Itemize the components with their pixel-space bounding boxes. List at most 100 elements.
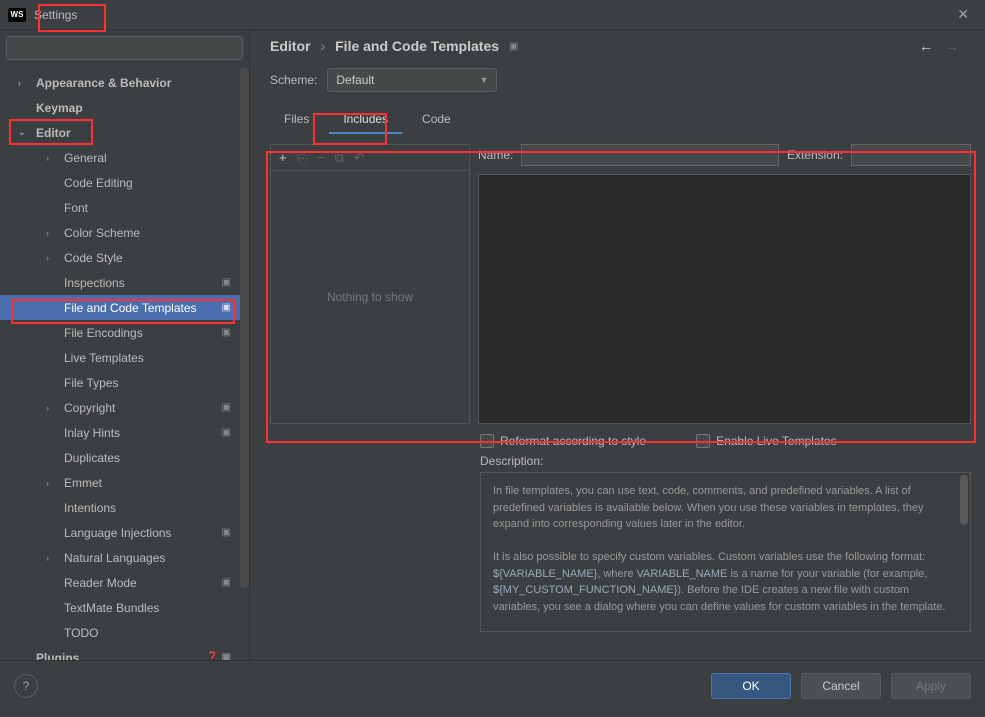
tree-item[interactable]: ›TextMate Bundles (0, 595, 249, 620)
search-input[interactable] (6, 36, 243, 60)
chevron-right-icon: › (320, 38, 325, 54)
help-button[interactable]: ? (14, 674, 38, 698)
tree-item-label: General (64, 151, 107, 165)
scope-badge-icon: ▣ (222, 577, 231, 588)
tree-item-label: Duplicates (64, 451, 120, 465)
chevron-icon: › (46, 253, 60, 263)
scheme-select[interactable]: Default ▼ (327, 68, 497, 92)
breadcrumb: Editor › File and Code Templates ▣ ← → (256, 30, 985, 62)
apply-button[interactable]: Apply (891, 673, 971, 699)
tree-item[interactable]: › Appearance & Behavior (0, 70, 249, 95)
tree-item-label: Code Editing (64, 176, 133, 190)
tree-item-label: Keymap (36, 101, 83, 115)
tree-item[interactable]: ›TODO (0, 620, 249, 645)
tree-item[interactable]: ›Font (0, 195, 249, 220)
app-badge-icon: WS (8, 8, 26, 22)
extension-input[interactable] (851, 144, 971, 166)
tree-item-label: Live Templates (64, 351, 144, 365)
tree-item[interactable]: ›Language Injections▣ (0, 520, 249, 545)
description-scrollbar[interactable] (960, 475, 968, 525)
description-label: Description: (466, 454, 985, 472)
tree-item[interactable]: ›Natural Languages (0, 545, 249, 570)
name-input[interactable] (521, 144, 779, 166)
scope-badge-icon: ▣ (222, 427, 231, 438)
tree-item[interactable]: ›Live Templates (0, 345, 249, 370)
scheme-value: Default (336, 73, 374, 87)
tab-files[interactable]: Files (270, 108, 323, 134)
tree-item[interactable]: › General (0, 145, 249, 170)
tree-item[interactable]: ›File Types (0, 370, 249, 395)
tree-item-label: Plugins (36, 651, 79, 661)
tree-item-label: TODO (64, 626, 98, 640)
tree-item-label: Emmet (64, 476, 102, 490)
scheme-label: Scheme: (270, 73, 317, 87)
nav-forward-button[interactable]: → (945, 38, 959, 54)
name-label: Name: (478, 148, 513, 162)
checkbox-icon (480, 434, 494, 448)
chevron-icon: › (46, 228, 60, 238)
sidebar-scrollbar[interactable] (240, 68, 249, 588)
copy-template-button: ⧉ (335, 150, 344, 166)
tree-item[interactable]: ›File Encodings▣ (0, 320, 249, 345)
cancel-button[interactable]: Cancel (801, 673, 881, 699)
tree-item-label: File Encodings (64, 326, 143, 340)
settings-tree[interactable]: ›Appearance & Behavior›Keymap⌄Editor›Gen… (0, 66, 249, 660)
tab-includes[interactable]: Includes (329, 108, 402, 134)
tree-item[interactable]: ›Keymap (0, 95, 249, 120)
nav-back-button[interactable]: ← (919, 38, 933, 54)
tree-item[interactable]: ›Inspections▣ (0, 270, 249, 295)
tree-item[interactable]: ›Duplicates (0, 445, 249, 470)
template-editor[interactable] (478, 174, 971, 424)
live-templates-label: Enable Live Templates (716, 434, 837, 448)
tree-item-label: Code Style (64, 251, 123, 265)
chevron-down-icon: ▼ (479, 75, 488, 85)
scope-badge-icon: ▣ (222, 302, 231, 313)
tree-item-label: TextMate Bundles (64, 601, 159, 615)
ok-button[interactable]: OK (711, 673, 791, 699)
tree-item-label: Editor (36, 126, 71, 140)
tree-item[interactable]: ›Plugins❓ ▣ (0, 645, 249, 660)
tree-item-label: Language Injections (64, 526, 171, 540)
reformat-checkbox[interactable]: Reformat according to style (480, 434, 646, 448)
chevron-icon: › (46, 153, 60, 163)
checkbox-icon (696, 434, 710, 448)
copy-button: ⎘ (297, 150, 307, 166)
chevron-icon: › (46, 478, 60, 488)
tree-item-label: Font (64, 201, 88, 215)
tree-item[interactable]: ›Intentions (0, 495, 249, 520)
tab-code[interactable]: Code (408, 108, 465, 134)
breadcrumb-part: Editor (270, 38, 310, 54)
tree-item-label: Inlay Hints (64, 426, 120, 440)
tree-item[interactable]: ›Inlay Hints▣ (0, 420, 249, 445)
tree-item[interactable]: ›Reader Mode▣ (0, 570, 249, 595)
chevron-icon: › (18, 78, 32, 88)
tree-item[interactable]: › Code Style (0, 245, 249, 270)
scope-badge-icon: ▣ (509, 41, 518, 52)
window-title: Settings (34, 8, 77, 22)
tree-item-label: Copyright (64, 401, 115, 415)
tree-item[interactable]: › Emmet (0, 470, 249, 495)
scope-badge-icon: ❓ ▣ (206, 652, 231, 660)
tree-item[interactable]: ›Color Scheme (0, 220, 249, 245)
scope-badge-icon: ▣ (222, 277, 231, 288)
tree-item-label: Reader Mode (64, 576, 137, 590)
tree-item-label: Intentions (64, 501, 116, 515)
undo-button: ↶ (354, 150, 365, 166)
add-button[interactable]: + (279, 150, 287, 165)
chevron-icon: ⌄ (18, 127, 32, 138)
close-button[interactable]: ✕ (949, 4, 977, 25)
reformat-label: Reformat according to style (500, 434, 646, 448)
scope-badge-icon: ▣ (222, 327, 231, 338)
tree-item-label: File and Code Templates (64, 301, 197, 315)
scope-badge-icon: ▣ (222, 402, 231, 413)
chevron-icon: › (46, 403, 60, 413)
tree-item-label: Appearance & Behavior (36, 76, 171, 90)
tree-item[interactable]: › Copyright ▣ (0, 395, 249, 420)
extension-label: Extension: (787, 148, 843, 162)
tree-item[interactable]: ›Code Editing (0, 170, 249, 195)
breadcrumb-part: File and Code Templates (335, 38, 499, 54)
live-templates-checkbox[interactable]: Enable Live Templates (696, 434, 837, 448)
tree-item[interactable]: ›File and Code Templates▣ (0, 295, 249, 320)
tree-item-label: File Types (64, 376, 118, 390)
tree-item[interactable]: ⌄ Editor (0, 120, 249, 145)
